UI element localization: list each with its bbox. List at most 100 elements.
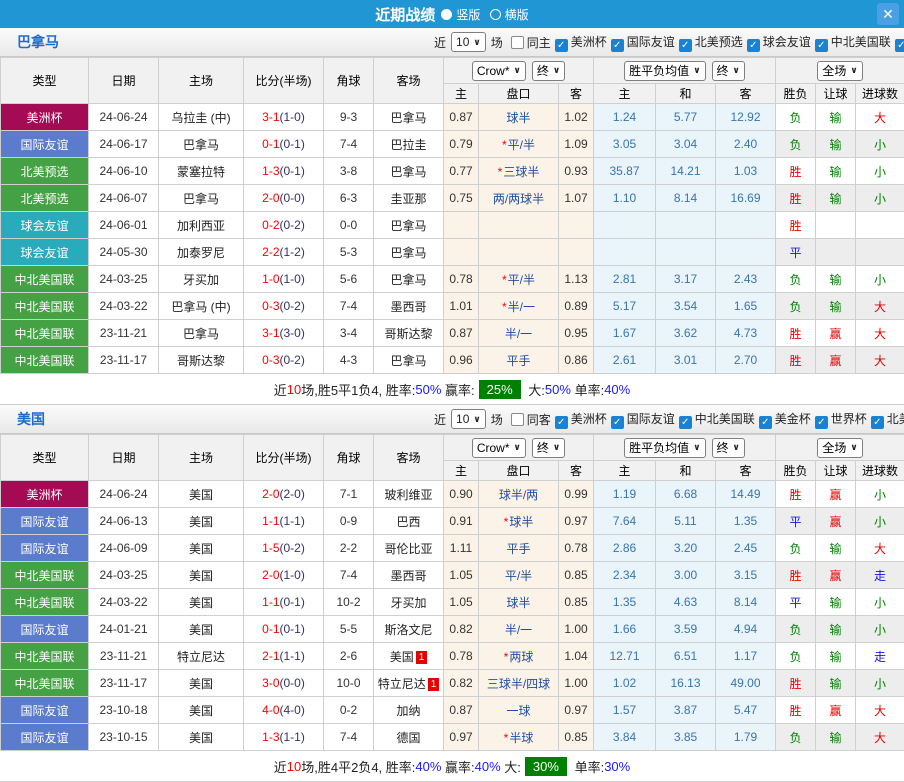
away-odds-cell: 1.00: [559, 616, 594, 643]
select-value: 终: [717, 439, 729, 456]
league-filter-checkbox[interactable]: ✓美洲杯: [555, 35, 607, 49]
score-cell: 0-3(0-2): [244, 293, 324, 320]
chevron-down-icon: ∨: [850, 442, 857, 453]
league-type-cell: 国际友谊: [1, 131, 89, 158]
corner-cell: 5-5: [324, 616, 374, 643]
corner-cell: 2-6: [324, 643, 374, 670]
score-cell: 0-1(0-1): [244, 131, 324, 158]
same-venue-checkbox[interactable]: 同客: [511, 411, 551, 428]
col-header-type: 类型: [1, 58, 89, 104]
home-team-cell: 蒙塞拉特: [159, 158, 244, 185]
result-cell: 负: [776, 104, 816, 131]
league-type-cell: 北美预选: [1, 158, 89, 185]
asterisk-icon: *: [502, 300, 507, 314]
fulltime-score: 3-1: [262, 110, 279, 124]
handicap-value: 平手: [506, 542, 530, 556]
away-team-name: 美国: [390, 650, 414, 664]
fulltime-score: 2-0: [262, 568, 279, 582]
goals-result-cell: 大: [856, 347, 904, 374]
layout-radio-horizontal[interactable]: 横版: [484, 8, 529, 22]
away-team-cell: 加纳: [374, 697, 444, 724]
league-type-cell: 球会友谊: [1, 212, 89, 239]
corner-cell: 9-3: [324, 104, 374, 131]
league-filter-checkbox[interactable]: ✓国际友谊: [611, 412, 675, 426]
home-odds-cell: 0.87: [444, 104, 479, 131]
away-odds-cell: 1.04: [559, 643, 594, 670]
home-odds-cell: 0.82: [444, 616, 479, 643]
away-odds-cell: 0.97: [559, 508, 594, 535]
goals-result-cell: 大: [856, 724, 904, 751]
avg-metric-select[interactable]: 胜平负均值∨: [624, 438, 705, 458]
avg-draw-cell: 3.17: [656, 266, 716, 293]
corner-cell: 3-4: [324, 320, 374, 347]
avg-home-cell: 1.19: [594, 481, 656, 508]
col-header-away: 客场: [374, 58, 444, 104]
home-odds-cell: 0.79: [444, 131, 479, 158]
result-cell: 平: [776, 508, 816, 535]
col-header-home: 主场: [159, 58, 244, 104]
avg-away-cell: 2.70: [716, 347, 776, 374]
league-filter-checkbox[interactable]: ✓美金杯: [895, 35, 904, 49]
league-filter-checkbox[interactable]: ✓北美预选: [679, 35, 743, 49]
league-filter-checkbox[interactable]: ✓中北美国联: [679, 412, 755, 426]
league-type-cell: 美洲杯: [1, 481, 89, 508]
home-odds-cell: 1.01: [444, 293, 479, 320]
check-icon: ✓: [871, 416, 884, 429]
avg-metric-select[interactable]: 胜平负均值∨: [624, 61, 705, 81]
league-type-cell: 中北美国联: [1, 320, 89, 347]
match-count-select[interactable]: 10∨: [451, 409, 486, 429]
goals-result-cell: 大: [856, 320, 904, 347]
date-cell: 24-06-09: [89, 535, 159, 562]
avg-draw-cell: 3.59: [656, 616, 716, 643]
summary-text: 10: [287, 382, 301, 397]
near-label: 近: [434, 411, 446, 428]
avg-away-cell: 1.79: [716, 724, 776, 751]
layout-radio-vertical[interactable]: 竖版: [435, 8, 480, 22]
title-center: 近期战绩竖版 横版: [0, 4, 904, 25]
score-cell: 2-0(2-0): [244, 481, 324, 508]
fulltime-score: 2-0: [262, 487, 279, 501]
odds-final-select[interactable]: 终∨: [532, 61, 565, 81]
result-cell: 胜: [776, 158, 816, 185]
away-team-cell: 特立尼达1: [374, 670, 444, 697]
match-row: 美洲杯24-06-24乌拉圭 (中)3-1(1-0)9-3巴拿马0.87球半1.…: [1, 104, 904, 131]
goals-result-cell: 大: [856, 104, 904, 131]
league-filter-checkbox[interactable]: ✓国际友谊: [611, 35, 675, 49]
home-odds-cell: 0.75: [444, 185, 479, 212]
select-value: 胜平负均值: [629, 62, 689, 79]
league-type-cell: 中北美国联: [1, 589, 89, 616]
same-venue-checkbox[interactable]: 同主: [511, 34, 551, 51]
away-team-cell: 墨西哥: [374, 293, 444, 320]
select-value: 终: [717, 62, 729, 79]
avg-final-select[interactable]: 终∨: [712, 61, 745, 81]
sub-header: 进球数: [856, 84, 904, 104]
date-cell: 24-06-07: [89, 185, 159, 212]
score-cell: 2-2(1-2): [244, 239, 324, 266]
scope-select[interactable]: 全场∨: [817, 61, 862, 81]
result-cell: 平: [776, 589, 816, 616]
date-cell: 24-01-21: [89, 616, 159, 643]
league-filter-checkbox[interactable]: ✓美洲杯: [555, 412, 607, 426]
match-row: 国际友谊24-06-13美国1-1(1-1)0-9巴西0.91*球半0.977.…: [1, 508, 904, 535]
scope-select[interactable]: 全场∨: [817, 438, 862, 458]
checkbox-unchecked-icon: [511, 36, 524, 49]
goals-result-cell: 大: [856, 697, 904, 724]
match-count-select[interactable]: 10∨: [451, 32, 486, 52]
close-button[interactable]: ✕: [877, 3, 899, 25]
league-filter-checkbox[interactable]: ✓中北美国联: [815, 35, 891, 49]
home-team-cell: 美国: [159, 724, 244, 751]
odds-source-select[interactable]: Crow*∨: [472, 438, 526, 458]
league-filter-checkbox[interactable]: ✓球会友谊: [747, 35, 811, 49]
goals-result-cell: 走: [856, 562, 904, 589]
summary-text: 50%: [545, 382, 571, 397]
league-filter-checkbox[interactable]: ✓北美预选: [871, 412, 904, 426]
summary-text: 40%: [475, 759, 501, 774]
avg-away-cell: 1.03: [716, 158, 776, 185]
league-filter-checkbox[interactable]: ✓美金杯: [759, 412, 811, 426]
odds-final-select[interactable]: 终∨: [532, 438, 565, 458]
avg-final-select[interactable]: 终∨: [712, 438, 745, 458]
avg-home-cell: 2.61: [594, 347, 656, 374]
odds-source-select[interactable]: Crow*∨: [472, 61, 526, 81]
league-filter-checkbox[interactable]: ✓世界杯: [815, 412, 867, 426]
away-odds-cell: 0.89: [559, 293, 594, 320]
